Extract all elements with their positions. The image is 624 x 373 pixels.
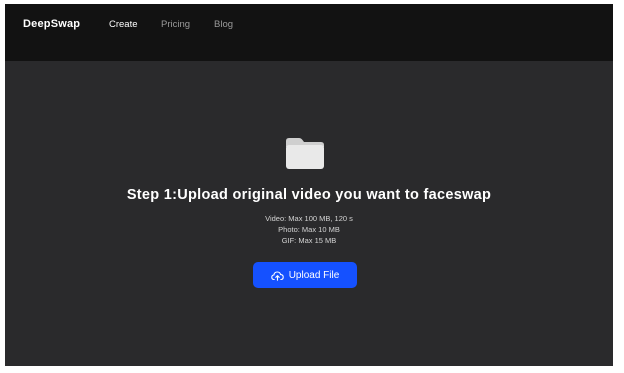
limit-gif: GIF: Max 15 MB: [281, 236, 337, 245]
limit-photo: Photo: Max 10 MB: [278, 225, 340, 234]
logo[interactable]: DeepSwap: [23, 18, 80, 30]
app-window: DeepSwap Create Pricing Blog Step 1:Uplo…: [5, 4, 613, 366]
folder-icon: [284, 135, 326, 171]
limit-video: Video: Max 100 MB, 120 s: [265, 214, 353, 223]
nav-blog[interactable]: Blog: [214, 19, 233, 30]
nav-create[interactable]: Create: [109, 19, 138, 30]
upload-limits: Video: Max 100 MB, 120 s Photo: Max 10 M…: [5, 213, 613, 246]
upload-file-button[interactable]: Upload File: [253, 262, 357, 288]
upload-file-label: Upload File: [288, 269, 340, 281]
top-navbar: DeepSwap Create Pricing Blog: [5, 4, 613, 61]
nav-pricing[interactable]: Pricing: [161, 19, 190, 30]
upload-area: Step 1:Upload original video you want to…: [5, 61, 613, 366]
step-title: Step 1:Upload original video you want to…: [126, 187, 492, 203]
cloud-upload-icon: [270, 270, 284, 281]
